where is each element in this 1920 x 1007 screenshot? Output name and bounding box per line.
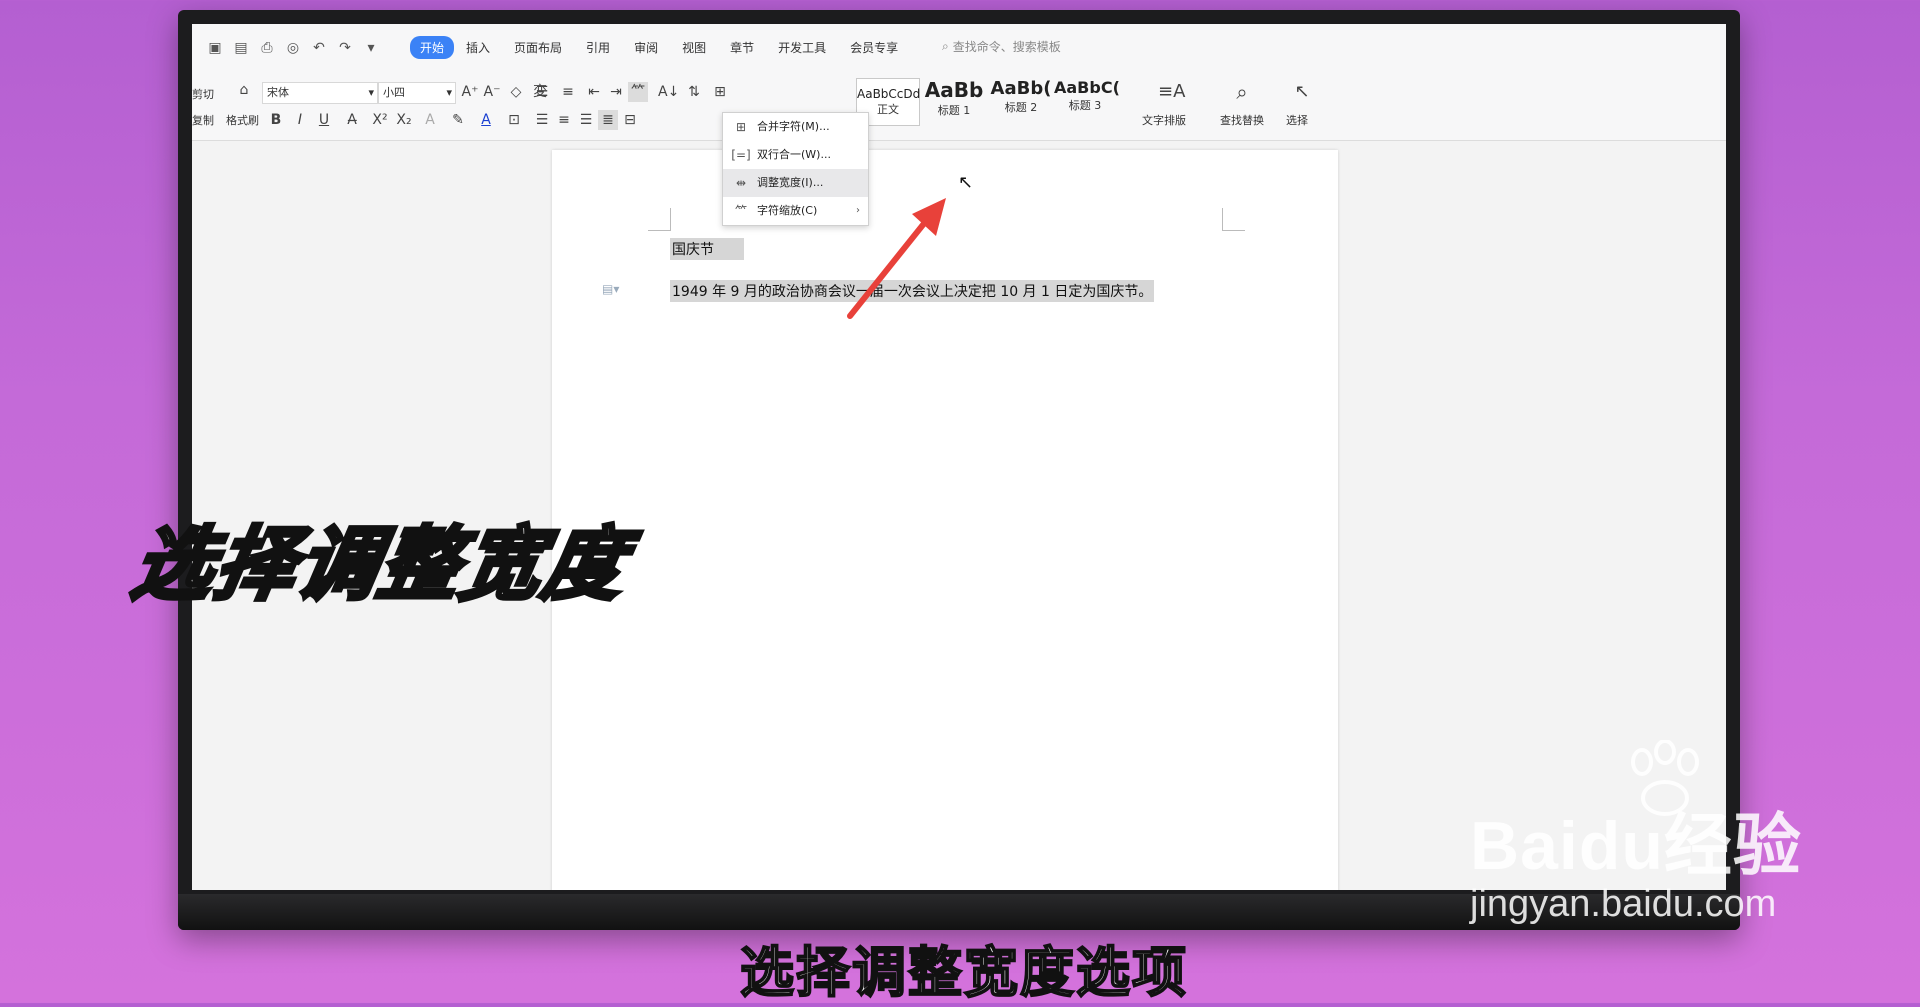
strikethrough-icon[interactable]: A̶	[342, 110, 362, 130]
tab-developer[interactable]: 开发工具	[766, 36, 838, 59]
menu-item-label: 合并字符(M)...	[757, 120, 830, 133]
menu-item-label: 调整宽度(I)...	[757, 176, 824, 189]
tab-home[interactable]: 开始	[410, 36, 455, 59]
margin-corner-left	[648, 208, 671, 231]
superscript-icon[interactable]: X²	[370, 110, 390, 130]
style-sample: AaBb(	[990, 78, 1052, 99]
text-direction-icon[interactable]: A↓	[658, 82, 679, 102]
char-border-icon[interactable]: ⊡	[504, 110, 524, 130]
font-color-icon[interactable]: A	[476, 110, 496, 130]
tab-section[interactable]: 章节	[718, 36, 766, 59]
tab-insert[interactable]: 插入	[454, 36, 502, 59]
indent-icon[interactable]: ⇥	[606, 82, 626, 102]
paw-logo-icon	[1631, 740, 1699, 816]
cut-button[interactable]: 剪切	[192, 86, 214, 102]
text-effect-icon[interactable]: A	[420, 110, 440, 130]
search-icon: ⌕	[942, 39, 949, 53]
style-heading-1[interactable]: AaBb 标题 1	[922, 78, 986, 124]
bold-icon[interactable]: B	[266, 110, 286, 130]
style-sample: AaBbCcDd	[857, 87, 921, 101]
font-size-value: 小四	[383, 86, 405, 99]
tab-references[interactable]: 引用	[574, 36, 622, 59]
chinese-layout-icon[interactable]: ⺮	[628, 82, 648, 102]
format-painter-button[interactable]: 格式刷	[226, 112, 259, 128]
search-placeholder: 查找命令、搜索模板	[952, 40, 1061, 54]
undo-icon[interactable]: ↶	[310, 39, 328, 57]
clear-format-icon[interactable]: ◇	[506, 82, 526, 102]
cursor-select-icon[interactable]: ↖	[1292, 82, 1312, 102]
text-layout-icon[interactable]: ≡A	[1158, 82, 1185, 102]
doc-title-line[interactable]: 国庆节	[670, 238, 744, 260]
style-heading-2[interactable]: AaBb( 标题 2	[990, 78, 1052, 124]
increase-font-icon[interactable]: A⁺	[460, 82, 480, 102]
tab-member[interactable]: 会员专享	[838, 36, 910, 59]
baidu-watermark: Baidu经验 jingyan.baidu.com	[1470, 740, 1802, 926]
numbered-list-icon[interactable]: ≡	[558, 82, 578, 102]
menu-item-merge-chars[interactable]: ⊞ 合并字符(M)...	[723, 113, 868, 141]
font-name-select[interactable]: 宋体 ▾	[262, 82, 378, 104]
paragraph-icon[interactable]: ▤▾	[602, 282, 619, 296]
outdent-icon[interactable]: ⇤	[584, 82, 604, 102]
font-size-select[interactable]: 小四 ▾	[378, 82, 456, 104]
ruler-icon[interactable]: ⊞	[710, 82, 730, 102]
format-painter-icon[interactable]: ⌂	[234, 80, 254, 100]
copy-button[interactable]: 复制	[192, 112, 214, 128]
highlight-icon[interactable]: ✎	[448, 110, 468, 130]
bullet-list-icon[interactable]: ☰	[532, 82, 552, 102]
distributed-icon[interactable]: ⊟	[620, 110, 640, 130]
menu-item-label: 字符缩放(C)	[757, 204, 818, 217]
decrease-font-icon[interactable]: A⁻	[482, 82, 502, 102]
find-replace-button[interactable]: 查找替换	[1220, 112, 1264, 128]
print-icon[interactable]: ⎙	[258, 39, 276, 57]
underline-icon[interactable]: U	[314, 110, 334, 130]
watermark-url: jingyan.baidu.com	[1470, 883, 1777, 925]
redo-icon[interactable]: ↷	[336, 39, 354, 57]
subtitle-caption: 选择调整宽度选项	[739, 940, 1188, 1005]
select-button[interactable]: 选择	[1286, 112, 1308, 128]
line-spacing-icon[interactable]: ⇅	[684, 82, 704, 102]
chevron-down-icon: ▾	[446, 86, 452, 99]
preview-icon[interactable]: ◎	[284, 39, 302, 57]
quick-access-bar: ▣ ▤ ⎙ ◎ ↶ ↷ ▾	[206, 36, 380, 60]
char-scale-icon: ⺮	[734, 204, 747, 218]
tab-page-layout[interactable]: 页面布局	[502, 36, 574, 59]
menu-item-label: 双行合一(W)...	[757, 148, 831, 161]
margin-corner-right	[1222, 208, 1245, 231]
two-lines-icon: [=]	[731, 148, 751, 162]
menu-item-two-lines[interactable]: [=] 双行合一(W)...	[723, 141, 868, 169]
ribbon-toolbar: ▣ ▤ ⎙ ◎ ↶ ↷ ▾ 开始 插入 页面布局 引用 审阅 视图 章节 开发工…	[192, 24, 1726, 141]
chevron-down-icon: ▾	[368, 86, 374, 99]
style-heading-3[interactable]: AaBbC( 标题 3	[1054, 78, 1120, 124]
style-name: 标题 1	[937, 104, 971, 117]
style-name: 标题 2	[1004, 101, 1038, 114]
justify-icon[interactable]: ≣	[598, 110, 618, 130]
align-center-icon[interactable]: ≡	[554, 110, 574, 130]
menu-item-adjust-width[interactable]: ⇹ 调整宽度(I)...	[723, 169, 868, 197]
style-name: 标题 3	[1068, 99, 1102, 112]
subscript-icon[interactable]: X₂	[394, 110, 414, 130]
ribbon-tabs: 开始 插入 页面布局 引用 审阅 视图 章节 开发工具 会员专享	[410, 36, 910, 59]
text-layout-button[interactable]: 文字排版	[1142, 112, 1186, 128]
red-arrow-icon	[847, 198, 946, 319]
style-sample: AaBbC(	[1054, 78, 1120, 97]
tab-view[interactable]: 视图	[670, 36, 718, 59]
more-icon[interactable]: ▾	[362, 39, 380, 57]
command-search[interactable]: ⌕ 查找命令、搜索模板	[942, 38, 1061, 55]
merge-chars-icon: ⊞	[735, 120, 747, 134]
big-caption: 选择调整宽度	[124, 516, 636, 613]
align-left-icon[interactable]: ☰	[532, 110, 552, 130]
align-right-icon[interactable]: ☰	[576, 110, 596, 130]
template-icon[interactable]: ▤	[232, 39, 250, 57]
font-name-value: 宋体	[267, 86, 289, 99]
tab-review[interactable]: 审阅	[622, 36, 670, 59]
mouse-cursor-icon: ↖	[958, 172, 974, 193]
italic-icon[interactable]: I	[290, 110, 310, 130]
adjust-width-icon: ⇹	[735, 176, 747, 190]
magnifier-icon[interactable]: ⌕	[1232, 82, 1252, 102]
style-sample: AaBb	[924, 78, 984, 102]
save-icon[interactable]: ▣	[206, 39, 224, 57]
screen: ▣ ▤ ⎙ ◎ ↶ ↷ ▾ 开始 插入 页面布局 引用 审阅 视图 章节 开发工…	[192, 24, 1726, 890]
